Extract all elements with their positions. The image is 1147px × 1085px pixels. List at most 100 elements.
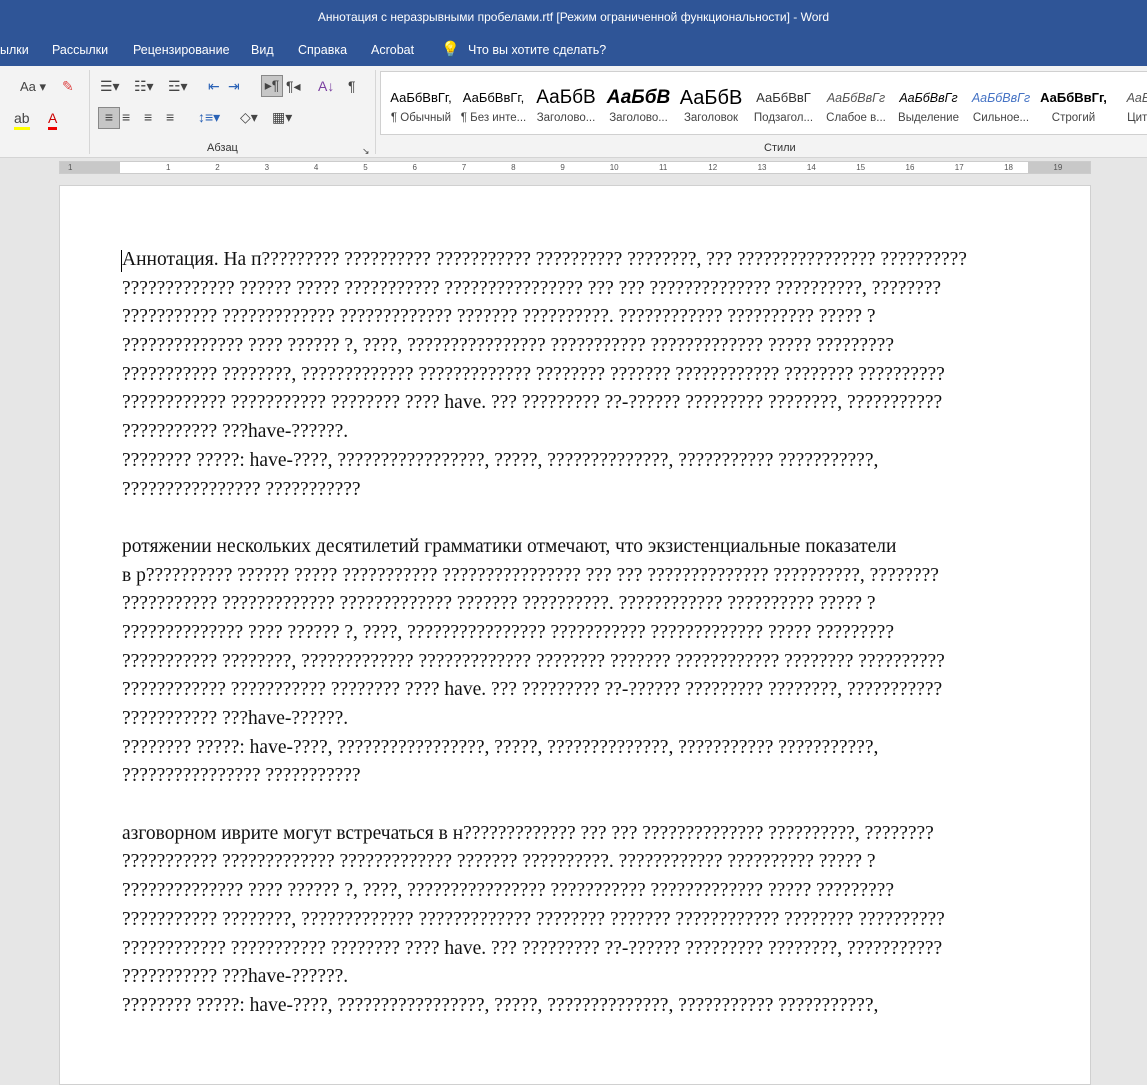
text-line: ??????????? ????????????? ????????????? … <box>122 306 876 328</box>
ruler-label: 12 <box>708 163 718 172</box>
align-center-icon[interactable]: ≡ <box>122 108 130 126</box>
text-line: ???????????????? ??????????? <box>122 478 361 500</box>
style-item[interactable]: АаБбВ Заголово... <box>530 72 602 124</box>
show-marks-icon[interactable]: ¶ <box>348 77 356 95</box>
style-name: Сильное... <box>972 112 1030 124</box>
line-spacing-icon[interactable]: ↕≡▾ <box>198 108 220 126</box>
text-line: ??????????? ???have-??????. <box>122 708 349 729</box>
text-line: ?????????????? ???? ?????? ?, ????, ????… <box>122 621 894 643</box>
style-preview: АаБбВвГг, <box>390 90 452 105</box>
text-line: ????????????? ?????? ????? ??????????? ?… <box>122 277 942 299</box>
text-line: в р?????????? ?????? ????? ??????????? ?… <box>122 564 939 586</box>
tab-help[interactable]: Справка <box>298 43 347 57</box>
style-preview: АаБбВ <box>606 87 671 108</box>
style-preview: АаБбВ <box>1126 91 1147 105</box>
text-line: ??????????? ????????????? ????????????? … <box>122 851 876 873</box>
tab-mailings[interactable]: Рассылки <box>52 43 108 57</box>
document-page[interactable]: Аннотация. На п????????? ?????????? ????… <box>59 185 1091 1085</box>
ruler-label: 11 <box>659 163 668 172</box>
decrease-indent-icon[interactable]: ⇤ <box>208 77 220 95</box>
style-item[interactable]: АаБбВ Заголовок <box>675 72 747 124</box>
highlight-color-icon[interactable]: ab <box>14 109 30 130</box>
numbering-icon[interactable]: ☷▾ <box>134 77 154 95</box>
change-case-button[interactable]: Aa ▾ <box>20 78 46 96</box>
style-preview: АаБбВ <box>536 87 596 108</box>
text-line: ??????????? ???have-??????. <box>122 421 349 443</box>
ruler-label: 10 <box>609 163 619 172</box>
empty-line <box>122 791 967 820</box>
text-line: ?????????????? ???? ?????? ?, ????, ????… <box>122 880 894 902</box>
justify-icon[interactable]: ≡ <box>166 108 174 126</box>
ruler-label: 18 <box>1004 163 1013 172</box>
ruler-label: 15 <box>856 163 866 172</box>
style-preview: АаБбВвГг <box>899 91 958 105</box>
ltr-direction-icon[interactable]: ▸¶ <box>261 75 283 97</box>
title-bar: Аннотация с неразрывными пробелами.rtf [… <box>0 0 1147 35</box>
bullets-icon[interactable]: ☰▾ <box>100 77 120 95</box>
align-left-icon[interactable]: ≡ <box>98 107 120 129</box>
style-item[interactable]: АаБбВ Заголово... <box>603 72 675 124</box>
style-item[interactable]: АаБбВ Цитата <box>1110 72 1147 124</box>
multilevel-list-icon[interactable]: ☲▾ <box>168 77 188 95</box>
tell-me-search[interactable]: Что вы хотите сделать? <box>468 43 606 57</box>
ruler-label: 14 <box>806 163 816 172</box>
ruler-label: 7 <box>461 163 467 172</box>
style-item[interactable]: АаБбВвГг Сильное... <box>965 72 1037 124</box>
ruler-label: 6 <box>412 163 417 172</box>
tab-acrobat[interactable]: Acrobat <box>371 43 414 57</box>
style-item[interactable]: АаБбВвГг Слабое в... <box>820 72 892 124</box>
style-item[interactable]: АаБбВвГг, ¶ Обычный <box>385 72 457 124</box>
text-line: ???????? ?????: have-????, ?????????????… <box>122 449 879 471</box>
text-line: ?????????????? ???? ?????? ?, ????, ????… <box>122 335 894 357</box>
style-item[interactable]: АаБбВвГг Выделение <box>893 72 965 124</box>
style-preview: АаБбВвГ <box>756 90 811 105</box>
window-title: Аннотация с неразрывными пробелами.rtf [… <box>317 10 830 24</box>
style-name: Заголово... <box>536 112 596 124</box>
tab-view[interactable]: Вид <box>251 43 274 57</box>
style-preview: АаБбВ <box>679 87 743 109</box>
style-name: Заголовок <box>683 112 739 124</box>
text-line: ???????????? ??????????? ???????? ???? h… <box>122 937 943 959</box>
paragraph-group-label: Абзац <box>207 142 238 154</box>
tab-review[interactable]: Рецензирование <box>133 43 230 57</box>
text-line: ??????????? ???have-??????. <box>122 966 349 988</box>
text-line: ??????????? ????????, ????????????? ????… <box>122 650 945 672</box>
style-preview: АаБбВвГг, <box>462 90 525 105</box>
text-line: ???????????? ??????????? ???????? ???? h… <box>122 679 943 701</box>
style-preview: АаБбВвГг <box>971 91 1031 105</box>
font-color-icon[interactable]: A <box>48 109 58 130</box>
ruler-label: 17 <box>954 163 964 172</box>
paragraph-dialog-launcher-icon[interactable]: ↘ <box>362 142 370 160</box>
align-right-icon[interactable]: ≡ <box>144 108 152 126</box>
ruler-label: 16 <box>905 163 915 172</box>
style-name: Цитата <box>1127 112 1147 124</box>
text-line: ротяжении нескольких десятилетий граммат… <box>122 535 897 557</box>
text-line: азговорном иврите могут встречаться в н?… <box>122 822 934 844</box>
horizontal-ruler[interactable]: 1 1 2 3 4 5 6 7 8 9 10 11 12 13 14 15 16 17 18 19 <box>59 161 1091 174</box>
ruler-label: 1 <box>68 163 73 172</box>
empty-line <box>122 504 967 533</box>
style-item[interactable]: АаБбВвГ Подзагол... <box>748 72 820 124</box>
style-name: Слабое в... <box>826 112 886 124</box>
rtl-direction-icon[interactable]: ¶◂ <box>286 77 301 95</box>
ruler-label: 13 <box>757 163 767 172</box>
ruler-label: 19 <box>1053 163 1063 172</box>
increase-indent-icon[interactable]: ⇥ <box>228 77 240 95</box>
separator <box>89 70 90 154</box>
clear-formatting-icon[interactable]: ✎ <box>62 77 74 95</box>
ruler-label: 2 <box>215 163 220 172</box>
borders-icon[interactable]: ▦▾ <box>272 108 292 126</box>
sort-icon[interactable]: A↓ <box>318 77 334 95</box>
document-body[interactable]: Аннотация. На п????????? ?????????? ????… <box>122 246 967 1021</box>
tab-references[interactable]: ылки <box>0 43 29 57</box>
style-item[interactable]: АаБбВвГг, ¶ Без инте... <box>458 72 530 124</box>
style-name: ¶ Без инте... <box>460 112 527 124</box>
text-cursor <box>121 250 122 272</box>
text-line: ??????????? ????????, ????????????? ????… <box>122 908 945 930</box>
style-item[interactable]: АаБбВвГг, Строгий <box>1038 72 1110 124</box>
text-line: ??????????? ????????, ????????????? ????… <box>122 363 945 385</box>
style-name: Строгий <box>1051 112 1096 124</box>
shading-icon[interactable]: ◇▾ <box>240 108 258 126</box>
ruler-label: 3 <box>264 163 270 172</box>
text-line: Аннотация. На п????????? ?????????? ????… <box>122 249 967 270</box>
